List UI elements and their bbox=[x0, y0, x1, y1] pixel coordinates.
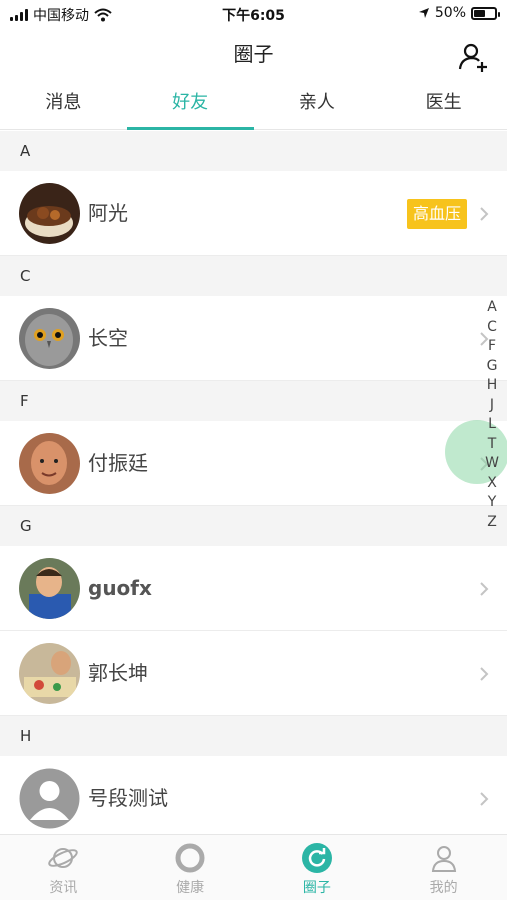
page-title: 圈子 bbox=[233, 42, 274, 66]
status-badge: 高血压 bbox=[406, 199, 467, 229]
tabbar-label: 资讯 bbox=[49, 880, 78, 896]
contact-name: 付振廷 bbox=[88, 451, 148, 475]
friend-list[interactable]: A 阿光 高血压 C 长空 F 付振廷 G guofx 郭长坤 H 号段测试 bbox=[0, 131, 507, 834]
refresh-circle-icon bbox=[301, 843, 332, 873]
segment-tabs: 消息 好友 亲人 医生 bbox=[0, 78, 507, 130]
avatar bbox=[19, 558, 80, 619]
tab-doctors[interactable]: 医生 bbox=[380, 78, 507, 129]
tabbar-label: 健康 bbox=[176, 880, 205, 896]
avatar bbox=[19, 308, 80, 369]
index-letter[interactable]: A bbox=[487, 298, 497, 318]
index-letter[interactable]: G bbox=[487, 357, 498, 377]
section-header-c: C bbox=[0, 256, 507, 296]
tabbar-label: 我的 bbox=[429, 880, 458, 896]
index-letter[interactable]: C bbox=[487, 318, 497, 338]
avatar bbox=[19, 433, 80, 494]
contact-name: 阿光 bbox=[88, 201, 128, 225]
contact-name: 号段测试 bbox=[88, 786, 168, 810]
ring-icon bbox=[175, 843, 205, 873]
index-letter[interactable]: Z bbox=[487, 513, 497, 533]
contact-name: 郭长坤 bbox=[88, 661, 148, 685]
index-letter[interactable]: X bbox=[487, 474, 497, 494]
chevron-right-icon bbox=[480, 582, 489, 596]
tab-relatives[interactable]: 亲人 bbox=[254, 78, 381, 129]
index-letter[interactable]: H bbox=[487, 376, 498, 396]
list-item[interactable]: 阿光 高血压 bbox=[0, 171, 507, 256]
tabbar-item-health[interactable]: 健康 bbox=[127, 835, 254, 900]
section-header-g: G bbox=[0, 506, 507, 546]
chevron-right-icon bbox=[480, 792, 489, 806]
index-letter[interactable]: Y bbox=[488, 493, 497, 513]
battery-percent: 50% bbox=[434, 5, 466, 21]
alphabet-index[interactable]: A C F G H J L T W X Y Z bbox=[485, 298, 499, 532]
bottom-tab-bar: 资讯 健康 圈子 我的 bbox=[0, 834, 507, 900]
chevron-right-icon bbox=[480, 207, 489, 221]
status-bar: 中国移动 下午6:05 50% bbox=[0, 0, 507, 28]
chevron-right-icon bbox=[480, 667, 489, 681]
tabbar-item-news[interactable]: 资讯 bbox=[0, 835, 127, 900]
person-icon bbox=[431, 846, 456, 872]
tab-messages[interactable]: 消息 bbox=[0, 78, 127, 129]
nav-bar: 圈子 bbox=[0, 28, 507, 76]
list-item[interactable]: 号段测试 bbox=[0, 756, 507, 834]
tabbar-item-circle[interactable]: 圈子 bbox=[254, 835, 381, 900]
planet-icon bbox=[48, 848, 79, 868]
index-letter[interactable]: T bbox=[488, 435, 497, 455]
index-letter[interactable]: F bbox=[488, 337, 496, 357]
contact-name: 长空 bbox=[88, 326, 128, 350]
avatar bbox=[19, 768, 80, 829]
contact-name: guofx bbox=[88, 576, 152, 600]
avatar bbox=[19, 183, 80, 244]
tab-friends[interactable]: 好友 bbox=[126, 78, 254, 130]
location-arrow-icon bbox=[418, 8, 429, 18]
tabbar-label: 圈子 bbox=[302, 880, 331, 896]
index-letter[interactable]: L bbox=[488, 415, 496, 435]
avatar bbox=[19, 643, 80, 704]
list-item[interactable]: guofx bbox=[0, 546, 507, 631]
add-friend-icon[interactable] bbox=[457, 40, 491, 74]
section-header-f: F bbox=[0, 381, 507, 421]
list-item[interactable]: 郭长坤 bbox=[0, 631, 507, 716]
battery-icon bbox=[471, 6, 500, 20]
index-letter[interactable]: J bbox=[490, 396, 494, 416]
list-item[interactable]: 付振廷 bbox=[0, 421, 507, 506]
section-header-h: H bbox=[0, 716, 507, 756]
list-item[interactable]: 长空 bbox=[0, 296, 507, 381]
index-letter[interactable]: W bbox=[485, 454, 499, 474]
tabbar-item-me[interactable]: 我的 bbox=[380, 835, 507, 900]
section-header-a: A bbox=[0, 131, 507, 171]
